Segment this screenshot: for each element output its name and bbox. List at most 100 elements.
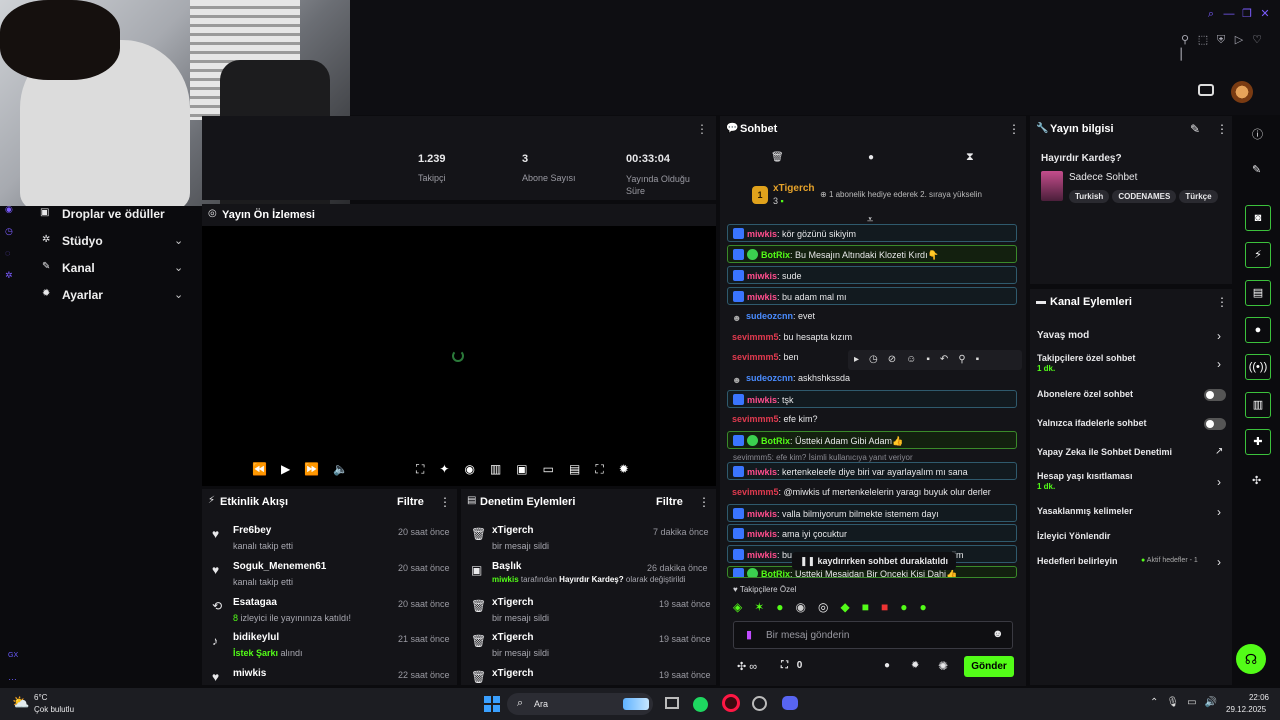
camera-icon[interactable]: ◙ <box>1245 205 1271 231</box>
gear-icon[interactable]: ✲ <box>5 270 21 292</box>
spotify-icon[interactable] <box>693 697 708 712</box>
search-icon[interactable]: ⌕ <box>1202 8 1220 21</box>
banned-words-row[interactable]: Yasaklanmış kelimeler › <box>1037 505 1227 521</box>
chat-bubble-icon[interactable]: ● <box>1245 317 1271 343</box>
theater-icon[interactable]: ▭ <box>543 462 569 476</box>
volume-icon[interactable]: 🔈 <box>333 462 348 476</box>
badge-icon[interactable]: ✺ <box>938 659 948 673</box>
trash-icon[interactable]: 🗑 <box>771 152 784 163</box>
play-icon[interactable]: ▷ <box>1230 33 1248 46</box>
layout-icon[interactable]: ▥ <box>1245 392 1271 418</box>
heart-icon[interactable]: ♡ <box>1248 33 1266 46</box>
chat-message[interactable]: sevimmm5: @miwkis uf mertenkelelerin yar… <box>727 483 1017 501</box>
tag[interactable]: Turkish <box>1069 190 1110 203</box>
task-view-icon[interactable] <box>665 697 679 709</box>
emote-icon[interactable]: ● <box>776 600 795 614</box>
pip-icon[interactable]: ▣ <box>516 462 542 476</box>
avatar[interactable] <box>1231 81 1253 103</box>
crop-icon[interactable]: ⛶ <box>416 462 439 476</box>
start-button[interactable] <box>484 696 500 712</box>
emote-icon[interactable]: ◆ <box>841 600 862 614</box>
tag[interactable]: Türkçe <box>1179 190 1218 203</box>
emote-icon[interactable]: ■ <box>881 600 900 614</box>
opera-gx-icon[interactable] <box>722 694 740 712</box>
undo-icon[interactable]: ↶ <box>940 354 958 365</box>
activity-filter-button[interactable]: Filtre <box>397 496 424 508</box>
reply-icon[interactable]: ☺ <box>906 354 926 365</box>
subscribers-only-toggle[interactable] <box>1204 389 1226 401</box>
more-icon[interactable]: ⋮ <box>1216 295 1228 309</box>
raid-row[interactable]: İzleyici Yönlendir <box>1037 530 1227 546</box>
send-button[interactable]: Gönder <box>964 656 1014 677</box>
minimize-icon[interactable]: — <box>1220 8 1238 20</box>
shield-icon[interactable]: ⛨ <box>1212 34 1230 47</box>
close-icon[interactable]: ✕ <box>1256 7 1274 20</box>
copy-icon[interactable]: ▪ <box>926 354 940 365</box>
chat-bubble-icon[interactable]: ● <box>884 660 890 671</box>
app-icon[interactable] <box>752 696 767 711</box>
emote-icon[interactable]: ● <box>900 600 919 614</box>
hourglass-icon[interactable]: ⧗ <box>966 151 974 164</box>
chat-paused-banner[interactable]: ❚❚ kaydırırken sohbet duraklatıldı <box>792 552 956 570</box>
clip-icon[interactable] <box>1198 84 1214 96</box>
record-icon[interactable]: ◉ <box>464 462 489 476</box>
chat-message[interactable]: miwkis: sude <box>727 266 1017 284</box>
emote-icon[interactable]: ◉ <box>796 600 818 614</box>
drops-icon[interactable]: ◉ <box>5 204 21 226</box>
play-icon[interactable]: ▸ <box>854 354 869 365</box>
emote-icon[interactable]: ● <box>920 600 939 614</box>
more-icon[interactable]: ⋮ <box>1008 122 1020 136</box>
screenshot-icon[interactable]: ⬚ <box>1194 33 1212 46</box>
gift-counter[interactable]: ⛶ 0 <box>781 660 802 671</box>
chat-message[interactable]: miwkis: kör gözünü sikiyim <box>727 224 1017 242</box>
more-icon[interactable]: ⋮ <box>698 495 710 509</box>
chat-message[interactable]: miwkis: tşk <box>727 390 1017 408</box>
info-icon[interactable]: ⓘ <box>1252 126 1263 142</box>
more-icon[interactable]: ⋮ <box>696 122 708 136</box>
chat-input[interactable]: ▮ Bir mesaj gönderin ☻ <box>733 621 1013 649</box>
support-button[interactable]: ☊ <box>1236 644 1266 674</box>
chat-message[interactable]: miwkis: kertenkeleefe diye biri var ayar… <box>727 462 1017 480</box>
emoji-icon[interactable]: ☻ <box>992 628 1004 640</box>
slow-mode-row[interactable]: Yavaş mod › <box>1037 329 1227 345</box>
emote-only-row[interactable]: Yalnızca ifadelerle sohbet <box>1037 417 1227 433</box>
gear-icon[interactable]: ✹ <box>619 462 644 476</box>
tray-icons[interactable]: ⌃🎙▭🔊 <box>1150 697 1225 708</box>
account-age-row[interactable]: Hesap yaşı kısıtlaması 1 dk. › <box>1037 471 1227 493</box>
chat-message[interactable]: BotRix: Üstteki Adam Gibi Adam👍 <box>727 431 1017 449</box>
search-box[interactable]: ⌕ Ara <box>507 693 653 715</box>
emote-icon[interactable]: ✶ <box>754 600 776 614</box>
emote-only-toggle[interactable] <box>1204 418 1226 430</box>
mic-icon[interactable]: ▮ <box>746 628 752 641</box>
clock-icon[interactable]: ◷ <box>869 354 888 365</box>
chat-message[interactable]: ☻ sudeozcnn: evet <box>727 307 1017 325</box>
chat-message[interactable]: miwkis: ama iyi çocuktur <box>727 524 1017 542</box>
goals-row[interactable]: Hedefleri belirleyin ● Aktif hedefler - … <box>1037 555 1227 571</box>
pencil-icon[interactable]: ✎ <box>1190 122 1200 136</box>
discord-icon[interactable] <box>782 696 798 710</box>
restore-icon[interactable]: ❐ <box>1238 7 1256 20</box>
gear-icon[interactable]: ✹ <box>911 660 919 671</box>
subscribers-only-row[interactable]: Abonelere özel sohbet <box>1037 388 1227 404</box>
chat-message[interactable]: ☻ sudeozcnn: askhshkssda <box>727 369 1017 387</box>
followers-only-row[interactable]: Takipçilere özel sohbet 1 dk. › <box>1037 353 1227 375</box>
pencil-icon[interactable]: ✎ <box>1252 163 1261 176</box>
more-icon[interactable]: ⋮ <box>439 495 451 509</box>
trash-icon[interactable]: ▪ <box>976 354 990 365</box>
chat-message[interactable]: sevimmm5: efe kim? <box>727 410 1017 428</box>
chat-message[interactable]: sevimmm5: bu hesapta kızım <box>727 328 1017 346</box>
moderation-filter-button[interactable]: Filtre <box>656 496 683 508</box>
forward-icon[interactable]: ⏩ <box>304 462 319 476</box>
chat-message[interactable]: miwkis: bu adam mal mı <box>727 287 1017 305</box>
stats-icon[interactable]: ▥ <box>490 462 516 476</box>
tag[interactable]: CODENAMES <box>1112 190 1177 203</box>
chat-message[interactable]: BotRix: Bu Mesajın Altındaki Klozeti Kır… <box>727 245 1017 263</box>
rewind-icon[interactable]: ⏪ <box>252 462 267 476</box>
wrench-icon[interactable]: ✚ <box>1245 429 1271 455</box>
emote-icon[interactable]: ◈ <box>733 600 754 614</box>
community-icon[interactable]: ✣ <box>1252 474 1261 487</box>
sidebar-icon[interactable]: ▏ <box>1176 48 1194 61</box>
ai-moderation-row[interactable]: Yapay Zeka ile Sohbet Denetimi ↗ <box>1037 446 1227 462</box>
history-icon[interactable]: ◷ <box>5 226 21 248</box>
chat-message[interactable]: miwkis: valla bilmiyorum bilmekte isteme… <box>727 504 1017 522</box>
